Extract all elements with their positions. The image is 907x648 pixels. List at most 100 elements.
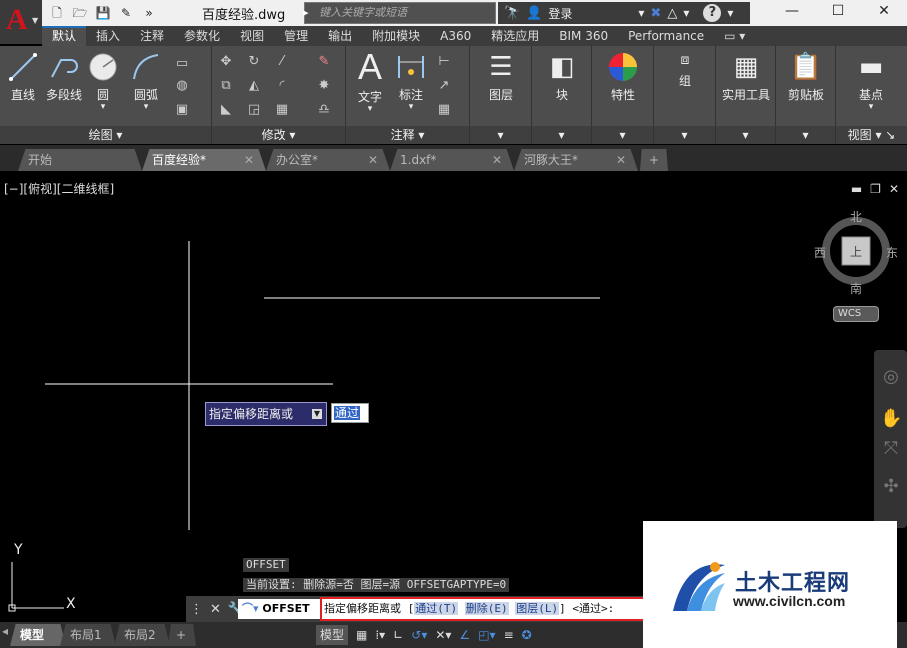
close-icon[interactable]: ✕ bbox=[210, 602, 221, 617]
compass-south[interactable]: 南 bbox=[850, 280, 862, 297]
chevron-down-icon[interactable]: ▾ bbox=[716, 126, 775, 144]
stretch-icon[interactable]: ◣ bbox=[218, 102, 234, 118]
tab-output[interactable]: 输出 bbox=[318, 26, 362, 46]
chevron-down-icon[interactable]: ▾ bbox=[727, 6, 733, 20]
doc-tab-office[interactable]: 办公室* ✕ bbox=[266, 149, 390, 171]
chevron-down-icon[interactable]: ▾ bbox=[394, 103, 428, 112]
chevron-down-icon[interactable]: ▾ bbox=[776, 126, 835, 144]
region-icon[interactable]: ▣ bbox=[174, 102, 190, 118]
exchange-icon[interactable]: ✖ bbox=[650, 6, 661, 21]
clipboard-tool[interactable]: 📋 剪贴板 bbox=[780, 52, 832, 103]
explode-icon[interactable]: ✸ bbox=[316, 78, 332, 94]
linear-dim-icon[interactable]: ⊢ bbox=[436, 54, 452, 70]
view-panel-footer[interactable]: 视图 ▾ ↘ bbox=[836, 126, 907, 144]
more-tools-icon[interactable]: » bbox=[140, 4, 158, 22]
doc-tab-1dxf[interactable]: 1.dxf* ✕ bbox=[390, 149, 514, 171]
doc-tab-baidu[interactable]: 百度经验* ✕ bbox=[142, 149, 266, 171]
ribbon-display-toggle[interactable]: ▭ ▾ bbox=[714, 26, 755, 46]
grip-icon[interactable]: ⋮ bbox=[190, 602, 203, 617]
dimension-tool[interactable]: 标注 ▾ bbox=[394, 52, 428, 112]
tab-performance[interactable]: Performance bbox=[618, 26, 714, 46]
close-icon[interactable]: ✕ bbox=[492, 149, 502, 171]
a360-icon[interactable]: △ bbox=[667, 6, 677, 21]
layout-tab-layout1[interactable]: 布局1 bbox=[60, 624, 116, 646]
tab-home[interactable]: 默认 bbox=[42, 26, 87, 46]
chevron-down-icon[interactable]: ▾ bbox=[638, 6, 644, 20]
rectangle-icon[interactable]: ▭ bbox=[174, 56, 190, 72]
chevron-down-icon[interactable]: ▾ bbox=[683, 6, 689, 20]
scale-icon[interactable]: ◲ bbox=[246, 102, 262, 118]
dynamic-input-value[interactable]: 通过 bbox=[331, 403, 369, 423]
chevron-down-icon[interactable]: ▾ bbox=[844, 103, 898, 112]
steering-wheel-icon[interactable]: ◎ bbox=[880, 366, 902, 388]
erase-icon[interactable]: ✎ bbox=[316, 54, 332, 70]
zoom-extents-icon[interactable]: ⤧ bbox=[880, 438, 902, 460]
polyline-tool[interactable]: 多段线 bbox=[42, 52, 86, 103]
user-icon[interactable]: 👤 bbox=[526, 6, 542, 21]
command-input[interactable]: 指定偏移距离或 [通过(T) 删除(E) 图层(L)] <通过>: bbox=[320, 597, 646, 621]
pan-icon[interactable]: ✋ bbox=[880, 408, 902, 430]
polar-icon[interactable]: ↺▾ bbox=[411, 628, 427, 642]
option-layer[interactable]: 图层(L) bbox=[515, 602, 560, 615]
application-menu-button[interactable]: A ▼ bbox=[0, 0, 42, 44]
binoculars-icon[interactable]: 🔭 bbox=[504, 6, 520, 21]
line-tool[interactable]: 直线 bbox=[6, 52, 40, 103]
osnap-icon[interactable]: ✕▾ bbox=[435, 628, 451, 642]
chevron-down-icon[interactable]: ▾ bbox=[470, 126, 531, 144]
viewcube[interactable]: 北 南 东 西 上 WCS bbox=[814, 208, 898, 322]
fillet-icon[interactable]: ◜ bbox=[274, 78, 290, 94]
chevron-down-icon[interactable]: ▾ bbox=[592, 126, 653, 144]
compass-north[interactable]: 北 bbox=[850, 208, 862, 225]
layout-tab-model[interactable]: 模型 bbox=[10, 624, 66, 646]
layers-tool[interactable]: ☰ 图层 bbox=[478, 52, 524, 103]
block-tool[interactable]: ◧ 块 bbox=[540, 52, 584, 103]
annotation-panel-footer[interactable]: 注释 ▾ bbox=[346, 126, 469, 144]
lineweight-icon[interactable]: ≡ bbox=[504, 628, 514, 642]
option-erase[interactable]: 删除(E) bbox=[464, 602, 509, 615]
compass-west[interactable]: 西 bbox=[814, 244, 826, 261]
move-icon[interactable]: ✥ bbox=[218, 54, 234, 70]
trim-icon[interactable]: ⁄ bbox=[274, 54, 290, 70]
utilities-tool[interactable]: ▦ 实用工具 bbox=[718, 52, 774, 103]
rotate-icon[interactable]: ↻ bbox=[246, 54, 262, 70]
close-icon[interactable]: ✕ bbox=[368, 149, 378, 171]
chevron-down-icon[interactable]: ▾ bbox=[532, 126, 591, 144]
grid-icon[interactable]: ▦ bbox=[356, 628, 367, 642]
group-tool[interactable]: ⧈ 组 bbox=[662, 52, 708, 89]
snap-icon[interactable]: ⁞▾ bbox=[375, 628, 385, 642]
ucs-status-icon[interactable]: ◰▾ bbox=[478, 628, 495, 642]
viewcube-top-face[interactable]: 上 bbox=[850, 243, 862, 260]
tab-a360[interactable]: A360 bbox=[430, 26, 481, 46]
tab-bim360[interactable]: BIM 360 bbox=[549, 26, 618, 46]
new-file-icon[interactable]: 🗋 bbox=[48, 4, 66, 22]
chevron-down-icon[interactable]: ▾ bbox=[654, 126, 715, 144]
new-tab-button[interactable]: + bbox=[640, 149, 668, 171]
tab-manage[interactable]: 管理 bbox=[274, 26, 318, 46]
option-through[interactable]: 通过(T) bbox=[414, 602, 459, 615]
chevron-down-icon[interactable]: ▾ bbox=[352, 105, 388, 114]
doc-tab-start[interactable]: 开始 bbox=[18, 149, 142, 171]
model-space-button[interactable]: 模型 bbox=[316, 625, 349, 645]
arc-tool[interactable]: 圆弧 ▾ bbox=[126, 52, 166, 112]
copy-icon[interactable]: ⧉ bbox=[218, 78, 234, 94]
draw-panel-footer[interactable]: 绘图 ▾ bbox=[0, 126, 211, 144]
hatch-icon[interactable]: ◍ bbox=[174, 78, 190, 94]
orbit-icon[interactable]: ✣ bbox=[880, 476, 902, 498]
doc-tab-hetun[interactable]: 河豚大王* ✕ bbox=[514, 149, 638, 171]
text-tool[interactable]: A 文字 ▾ bbox=[352, 49, 388, 114]
ortho-icon[interactable]: ∟ bbox=[393, 628, 403, 642]
annotation-scale-icon[interactable]: ✪ bbox=[522, 628, 532, 642]
help-icon[interactable]: ? bbox=[703, 4, 722, 22]
base-tool[interactable]: ▬ 基点 ▾ bbox=[844, 52, 898, 112]
maximize-button[interactable]: ☐ bbox=[815, 0, 861, 26]
leader-icon[interactable]: ↗ bbox=[436, 78, 452, 94]
modify-panel-footer[interactable]: 修改 ▾ bbox=[212, 126, 345, 144]
close-icon[interactable]: ✕ bbox=[616, 149, 626, 171]
add-layout-button[interactable]: + bbox=[168, 624, 196, 646]
command-recent-button[interactable]: ⌒▾ OFFSET bbox=[238, 599, 320, 619]
tab-annotate[interactable]: 注释 bbox=[130, 26, 174, 46]
chevron-down-icon[interactable]: ▾ bbox=[88, 103, 118, 112]
tab-parametric[interactable]: 参数化 bbox=[174, 26, 230, 46]
mirror-icon[interactable]: ◭ bbox=[246, 78, 262, 94]
minimize-button[interactable]: — bbox=[769, 0, 815, 26]
